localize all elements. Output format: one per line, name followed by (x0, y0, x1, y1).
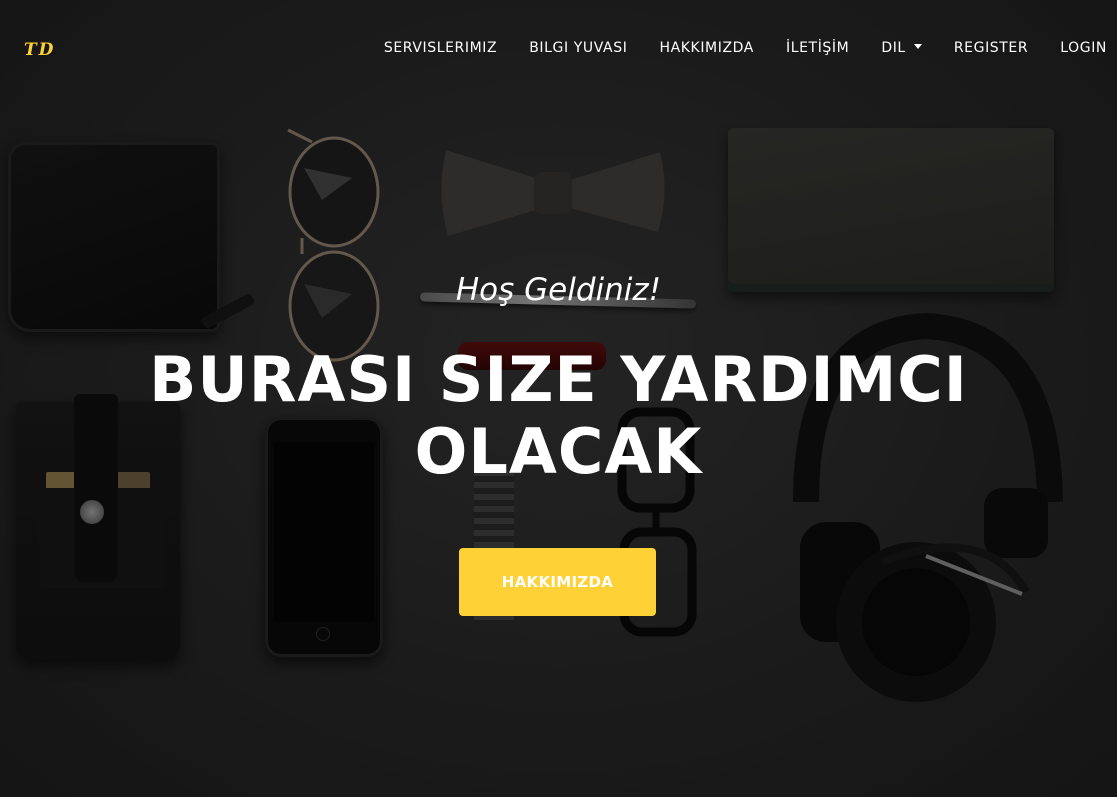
hero-lead-in: Hoş Geldiniz! (455, 272, 662, 308)
about-cta-button[interactable]: HAKKIMIZDA (459, 548, 656, 616)
hero-heading: BURASI SIZE YARDIMCI OLACAK (149, 343, 968, 488)
hero-section: Hoş Geldiniz! BURASI SIZE YARDIMCI OLACA… (0, 0, 1117, 797)
page: TD SERVISLERIMIZ BILGI YUVASI HAKKIMIZDA… (0, 0, 1117, 797)
